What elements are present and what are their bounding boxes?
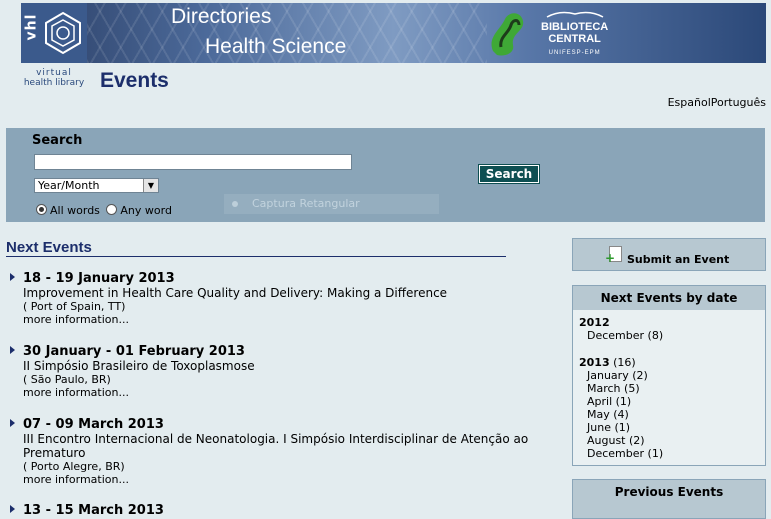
vhl-caption[interactable]: virtual health library [21, 68, 87, 88]
banner-title-line1: Directories [171, 5, 272, 28]
previous-events-panel[interactable]: Previous Events [572, 479, 766, 519]
page-title: Events [100, 69, 169, 92]
event-location: ( Porto Alegre, BR) [23, 460, 125, 473]
event-title: Improvement in Health Care Quality and D… [23, 286, 448, 300]
submit-event-button[interactable]: + Submit an Event [572, 238, 766, 271]
more-information-link[interactable]: more information... [23, 386, 129, 399]
month-link-2013-april[interactable]: April (1) [587, 395, 631, 408]
more-information-link[interactable]: more information... [23, 473, 129, 486]
month-link-2013-june[interactable]: June (1) [587, 421, 630, 434]
biblioteca-emblem-icon [491, 13, 524, 56]
capture-dot-icon [232, 201, 238, 207]
plus-icon: + [605, 251, 616, 265]
more-information-link[interactable]: more information... [23, 313, 129, 326]
biblioteca-line1: BIBLIOTECA [541, 21, 609, 33]
roof-icon [546, 11, 603, 18]
month-link-2012-december[interactable]: December (8) [587, 329, 663, 342]
event-date: 07 - 09 March 2013 [23, 417, 164, 432]
event-item: 07 - 09 March 2013 III Encontro Internac… [10, 417, 565, 486]
bullet-triangle-icon [10, 273, 15, 281]
submit-event-label: Submit an Event [627, 253, 730, 266]
screen-capture-overlay-text: Captura Retangular [252, 197, 360, 210]
year-count: (16) [609, 356, 636, 369]
event-location: ( São Paulo, BR) [23, 373, 111, 386]
month-link-2013-may[interactable]: May (4) [587, 408, 629, 421]
vhl-caption-line2: health library [23, 78, 85, 88]
event-date: 13 - 15 March 2013 [23, 503, 164, 518]
bullet-triangle-icon [10, 505, 15, 513]
language-switcher: EspañolPortuguês [668, 96, 766, 109]
event-location: ( Port of Spain, TT) [23, 300, 126, 313]
events-by-date-heading: Next Events by date [573, 286, 765, 310]
events-by-date-panel: Next Events by date 2012 December (8) 20… [572, 285, 766, 466]
heading-divider [6, 256, 506, 257]
vhl-caption-line1: virtual [36, 68, 72, 78]
biblioteca-line2: CENTRAL [548, 33, 601, 45]
lang-link-portugues[interactable]: Português [711, 96, 766, 109]
month-link-2013-january[interactable]: January (2) [587, 369, 648, 382]
year-2012: 2012 [579, 316, 765, 329]
year-2013: 2013 (16) [579, 356, 765, 369]
header-banner: vhl Directories Health Science BIBLIOTEC… [21, 3, 766, 63]
bullet-triangle-icon [10, 346, 15, 354]
radio-any-word[interactable] [106, 204, 118, 215]
search-input[interactable] [34, 154, 352, 170]
radio-any-word-label: Any word [120, 204, 172, 217]
next-events-heading: Next Events [6, 239, 92, 256]
lang-link-espanol[interactable]: Español [668, 96, 711, 109]
screen-capture-overlay: Captura Retangular [224, 194, 439, 214]
previous-events-heading: Previous Events [614, 485, 724, 499]
event-item: 18 - 19 January 2013 Improvement in Heal… [10, 271, 565, 326]
biblioteca-central-logo[interactable]: BIBLIOTECA CENTRAL UNIFESP-EPM [541, 9, 608, 59]
month-link-2013-december[interactable]: December (1) [587, 447, 663, 460]
search-panel: Search Year/Month ▼ All words Any word S… [6, 128, 765, 222]
event-date: 30 January - 01 February 2013 [23, 344, 245, 359]
dropdown-arrow-icon[interactable]: ▼ [143, 179, 158, 192]
search-label: Search [32, 133, 83, 148]
event-item: 30 January - 01 February 2013 II Simpósi… [10, 344, 565, 399]
event-item: 13 - 15 March 2013 [10, 503, 565, 518]
radio-all-words-label: All words [50, 204, 100, 217]
event-date: 18 - 19 January 2013 [23, 271, 175, 286]
search-button[interactable]: Search [478, 164, 540, 184]
vhl-logo[interactable]: vhl [21, 3, 87, 63]
hexagon-icon [45, 11, 81, 55]
radio-all-words[interactable] [36, 204, 47, 215]
banner-title-line2: Health Science [205, 35, 347, 58]
month-link-2013-august[interactable]: August (2) [587, 434, 645, 447]
year-month-select[interactable]: Year/Month ▼ [34, 178, 159, 193]
year-month-select-value: Year/Month [38, 179, 100, 192]
year-label: 2012 [579, 316, 610, 329]
biblioteca-subline: UNIFESP-EPM [548, 50, 601, 56]
month-link-2013-march[interactable]: March (5) [587, 382, 640, 395]
year-label: 2013 [579, 356, 610, 369]
vhl-logo-text: vhl [23, 13, 40, 41]
event-title: III Encontro Internacional de Neonatolog… [23, 432, 529, 460]
bullet-triangle-icon [10, 419, 15, 427]
event-title: II Simpósio Brasileiro de Toxoplasmose [23, 359, 255, 373]
match-mode-radios: All words Any word [36, 204, 172, 217]
